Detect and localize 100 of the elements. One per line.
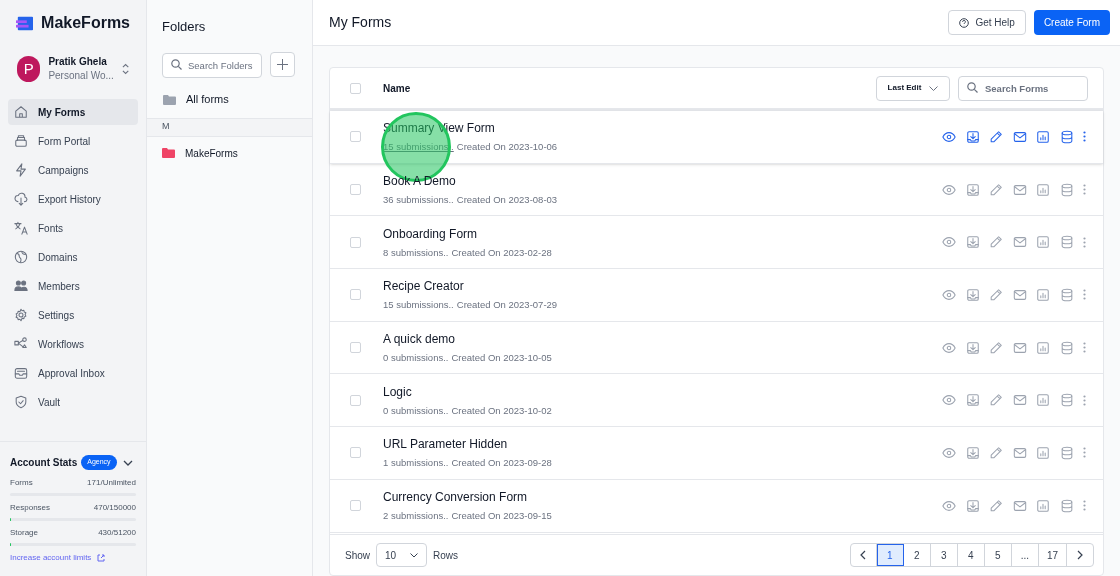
row-checkbox[interactable] xyxy=(350,342,361,354)
select-all-checkbox[interactable] xyxy=(350,82,361,94)
eye-icon[interactable] xyxy=(942,182,956,197)
form-row[interactable]: Onboarding Form 8 submissions.. Created On 2023-02-28 xyxy=(330,216,1103,270)
pencil-icon[interactable] xyxy=(989,340,1003,355)
page-button[interactable]: ... xyxy=(1011,544,1039,566)
eye-icon[interactable] xyxy=(942,498,956,513)
external-link-icon[interactable] xyxy=(97,554,106,562)
mail-icon[interactable] xyxy=(1012,498,1027,513)
sort-dropdown[interactable]: Last Edit xyxy=(876,75,950,101)
mail-icon[interactable] xyxy=(1012,393,1027,408)
more-icon[interactable] xyxy=(1083,131,1086,143)
create-form-button[interactable]: Create Form xyxy=(1033,10,1110,35)
folder-search-field[interactable]: Search Folders xyxy=(162,52,262,78)
page-button[interactable]: 2 xyxy=(903,544,931,566)
form-row[interactable]: Currency Conversion Form 2 submissions.. Created On 2023-09-15 xyxy=(330,479,1103,533)
more-icon[interactable] xyxy=(1083,184,1086,196)
download-tray-icon[interactable] xyxy=(965,393,980,408)
form-name[interactable]: A quick demo xyxy=(383,329,552,348)
mail-icon[interactable] xyxy=(1012,287,1027,302)
pencil-icon[interactable] xyxy=(989,498,1003,513)
bar-chart-icon[interactable] xyxy=(1036,182,1050,197)
bar-chart-icon[interactable] xyxy=(1036,498,1050,513)
nav-item[interactable]: Fonts xyxy=(8,215,138,241)
mail-icon[interactable] xyxy=(1012,235,1027,250)
mail-icon[interactable] xyxy=(1012,340,1027,355)
row-checkbox[interactable] xyxy=(350,131,361,143)
get-help-button[interactable]: Get Help xyxy=(948,10,1026,35)
database-icon[interactable] xyxy=(1059,498,1074,513)
increase-limits-link[interactable]: Increase account limits xyxy=(10,552,92,564)
database-icon[interactable] xyxy=(1059,182,1074,197)
bar-chart-icon[interactable] xyxy=(1036,235,1050,250)
chevron-updown-icon[interactable] xyxy=(121,63,129,75)
row-checkbox[interactable] xyxy=(350,184,361,196)
download-tray-icon[interactable] xyxy=(965,235,980,250)
nav-item[interactable]: Domains xyxy=(8,244,138,270)
pencil-icon[interactable] xyxy=(989,393,1003,408)
page-button[interactable]: 3 xyxy=(930,544,958,566)
form-row[interactable]: URL Parameter Hidden 1 submissions.. Created On 2023-09-28 xyxy=(330,427,1103,480)
row-checkbox[interactable] xyxy=(350,447,361,459)
submissions-link[interactable]: 1 submissions.. xyxy=(383,456,449,471)
bar-chart-icon[interactable] xyxy=(1036,393,1050,408)
download-tray-icon[interactable] xyxy=(965,340,980,355)
row-checkbox[interactable] xyxy=(350,500,361,512)
nav-item[interactable]: Workflows xyxy=(8,331,138,357)
row-checkbox[interactable] xyxy=(350,289,361,301)
page-button[interactable]: 5 xyxy=(984,544,1012,566)
mail-icon[interactable] xyxy=(1012,129,1027,144)
more-icon[interactable] xyxy=(1083,289,1086,301)
all-forms-item[interactable]: All forms xyxy=(147,81,312,118)
bar-chart-icon[interactable] xyxy=(1036,445,1050,460)
database-icon[interactable] xyxy=(1059,287,1074,302)
submissions-link[interactable]: 36 submissions.. xyxy=(383,192,454,208)
database-icon[interactable] xyxy=(1059,235,1074,250)
pencil-icon[interactable] xyxy=(989,445,1003,460)
more-icon[interactable] xyxy=(1083,500,1086,512)
form-row[interactable]: A quick demo 0 submissions.. Created On 2023-10-05 xyxy=(330,321,1103,375)
pencil-icon[interactable] xyxy=(989,287,1003,302)
row-checkbox[interactable] xyxy=(350,236,361,248)
eye-icon[interactable] xyxy=(942,393,956,408)
nav-item[interactable]: Settings xyxy=(8,302,138,328)
database-icon[interactable] xyxy=(1059,445,1074,460)
bar-chart-icon[interactable] xyxy=(1036,340,1050,355)
eye-icon[interactable] xyxy=(942,340,956,355)
more-icon[interactable] xyxy=(1083,394,1086,406)
eye-icon[interactable] xyxy=(942,287,956,302)
submissions-link[interactable]: 15 submissions.. xyxy=(383,298,454,313)
nav-item[interactable]: Form Portal xyxy=(8,128,138,154)
form-name[interactable]: Logic xyxy=(383,382,552,401)
mail-icon[interactable] xyxy=(1012,445,1027,460)
folder-item[interactable]: MakeForms xyxy=(147,136,312,170)
nav-item[interactable]: Export History xyxy=(8,186,138,212)
chevron-down-icon[interactable] xyxy=(123,459,133,466)
more-icon[interactable] xyxy=(1083,342,1086,354)
download-tray-icon[interactable] xyxy=(965,287,980,302)
page-button[interactable]: 1 xyxy=(876,544,904,566)
submissions-link[interactable]: 8 submissions.. xyxy=(383,245,449,260)
rows-per-page-dropdown[interactable]: 10 xyxy=(376,543,427,567)
nav-item[interactable]: Campaigns xyxy=(8,157,138,183)
form-name[interactable]: Currency Conversion Form xyxy=(383,488,552,507)
form-name[interactable]: URL Parameter Hidden xyxy=(383,435,552,454)
eye-icon[interactable] xyxy=(942,129,956,144)
eye-icon[interactable] xyxy=(942,445,956,460)
submissions-link[interactable]: 0 submissions.. xyxy=(383,403,449,418)
database-icon[interactable] xyxy=(1059,129,1074,144)
form-name[interactable]: Onboarding Form xyxy=(383,224,552,243)
submissions-link[interactable]: 0 submissions.. xyxy=(383,350,449,366)
form-row[interactable]: Recipe Creator 15 submissions.. Created On 2023-07-29 xyxy=(330,269,1103,322)
more-icon[interactable] xyxy=(1083,236,1086,248)
nav-item[interactable]: Approval Inbox xyxy=(8,360,138,386)
nav-item[interactable]: Vault xyxy=(8,389,138,415)
pencil-icon[interactable] xyxy=(989,235,1003,250)
more-icon[interactable] xyxy=(1083,447,1086,459)
bar-chart-icon[interactable] xyxy=(1036,129,1050,144)
download-tray-icon[interactable] xyxy=(965,445,980,460)
page-button[interactable]: 4 xyxy=(957,544,985,566)
download-tray-icon[interactable] xyxy=(965,182,980,197)
nav-item[interactable]: Members xyxy=(8,273,138,299)
pencil-icon[interactable] xyxy=(989,182,1003,197)
bar-chart-icon[interactable] xyxy=(1036,287,1050,302)
